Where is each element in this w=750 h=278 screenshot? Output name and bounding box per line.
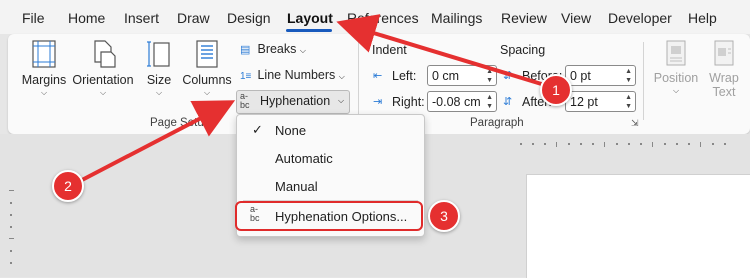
spacing-after-value: 12 pt xyxy=(570,95,598,109)
indent-right-label: Right: xyxy=(392,95,425,109)
hyphenation-icon: a-bc xyxy=(240,91,250,110)
menu-item-manual[interactable]: Manual xyxy=(275,179,318,194)
chevron-down-icon: ⌵ xyxy=(155,88,163,97)
hyphenation-label: Hyphenation xyxy=(260,94,331,108)
hyphenation-button[interactable]: a-bc Hyphenation ⌵ xyxy=(236,90,350,114)
annotation-highlight-box xyxy=(235,201,423,231)
columns-label: Columns xyxy=(182,73,232,87)
line-numbers-label: Line Numbers xyxy=(257,68,336,82)
document-page[interactable] xyxy=(526,174,750,278)
tab-home[interactable]: Home xyxy=(68,10,105,26)
tab-layout[interactable]: Layout xyxy=(287,10,333,26)
step-badge-2: 2 xyxy=(52,170,84,202)
checkmark-icon: ✓ xyxy=(252,122,263,137)
line-numbers-icon: 1≡ xyxy=(240,71,252,82)
orientation-icon xyxy=(94,40,116,68)
spinner-arrows-icon[interactable]: ▲ ▼ xyxy=(486,67,493,85)
tab-review[interactable]: Review xyxy=(501,10,547,26)
spinner-arrows-icon[interactable]: ▲ ▼ xyxy=(625,67,632,85)
wrap-text-button[interactable]: Wrap Text xyxy=(704,40,744,99)
tab-help[interactable]: Help xyxy=(688,10,717,26)
indent-left-label: Left: xyxy=(392,69,417,83)
breaks-label: Breaks xyxy=(257,42,297,56)
group-divider xyxy=(643,42,644,120)
margins-label: Margins xyxy=(21,73,67,87)
columns-icon xyxy=(196,40,218,68)
spinner-arrows-icon[interactable]: ▲ ▼ xyxy=(486,93,493,111)
spacing-after-input[interactable]: 12 pt ▲ ▼ xyxy=(565,91,636,112)
columns-button[interactable]: Columns ⌵ xyxy=(182,40,232,98)
step-badge-3: 3 xyxy=(428,200,460,232)
chevron-down-icon: ⌵ xyxy=(299,46,306,55)
indent-heading: Indent xyxy=(372,43,407,57)
tab-draw[interactable]: Draw xyxy=(177,10,210,26)
indent-right-value: -0.08 cm xyxy=(432,95,481,109)
tab-mailings[interactable]: Mailings xyxy=(431,10,482,26)
group-divider xyxy=(358,42,359,120)
orientation-button[interactable]: Orientation ⌵ xyxy=(72,40,134,98)
vertical-ruler[interactable] xyxy=(6,180,18,277)
line-numbers-button[interactable]: 1≡ Line Numbers ⌵ xyxy=(240,68,345,82)
breaks-icon: ▤ xyxy=(240,44,251,56)
paragraph-group-label: Paragraph xyxy=(470,117,524,129)
ribbon-tab-bar: File Home Insert Draw Design Layout Refe… xyxy=(0,0,750,34)
dialog-launcher-icon[interactable]: ⇲ xyxy=(631,118,639,129)
spacing-heading: Spacing xyxy=(500,43,546,57)
indent-left-icon: ⇤ xyxy=(373,70,383,82)
tab-insert[interactable]: Insert xyxy=(124,10,159,26)
indent-left-input[interactable]: 0 cm ▲ ▼ xyxy=(427,65,497,86)
chevron-down-icon: ⌵ xyxy=(338,72,345,81)
spacing-after-icon: ⇵ xyxy=(503,96,513,108)
size-icon xyxy=(147,41,170,67)
position-icon xyxy=(666,40,686,66)
tab-design[interactable]: Design xyxy=(227,10,271,26)
wrap-text-icon xyxy=(714,40,734,66)
tab-developer[interactable]: Developer xyxy=(608,10,672,26)
page-setup-group-label: Page Setup xyxy=(150,117,211,129)
spacing-before-input[interactable]: 0 pt ▲ ▼ xyxy=(565,65,636,86)
menu-item-none[interactable]: None xyxy=(275,123,306,138)
tab-file[interactable]: File xyxy=(22,10,45,26)
chevron-down-icon: ⌵ xyxy=(99,88,107,97)
spinner-arrows-icon[interactable]: ▲ ▼ xyxy=(625,93,632,111)
indent-left-value: 0 cm xyxy=(432,69,460,83)
spacing-before-value: 0 pt xyxy=(570,69,591,83)
active-tab-indicator xyxy=(286,29,332,32)
breaks-button[interactable]: ▤ Breaks ⌵ xyxy=(240,42,306,56)
step-badge-1: 1 xyxy=(540,74,572,106)
chevron-down-icon: ⌵ xyxy=(338,96,345,105)
spacing-before-icon: ⇵ xyxy=(503,70,513,82)
size-label: Size xyxy=(146,73,172,87)
chevron-down-icon: ⌵ xyxy=(203,88,211,97)
indent-right-icon: ⇥ xyxy=(373,96,383,108)
position-label: Position xyxy=(653,71,699,85)
orientation-label: Orientation xyxy=(72,73,134,87)
chevron-down-icon: ⌵ xyxy=(40,88,48,97)
indent-right-input[interactable]: -0.08 cm ▲ ▼ xyxy=(427,91,497,112)
position-button[interactable]: Position ⌵ xyxy=(650,40,702,96)
size-button[interactable]: Size ⌵ xyxy=(144,40,174,98)
margins-icon xyxy=(32,40,56,68)
wrap-text-label: Wrap Text xyxy=(709,71,739,99)
menu-item-automatic[interactable]: Automatic xyxy=(275,151,333,166)
tab-view[interactable]: View xyxy=(561,10,591,26)
tab-references[interactable]: References xyxy=(347,10,419,26)
margins-button[interactable]: Margins ⌵ xyxy=(20,40,68,98)
chevron-down-icon: ⌵ xyxy=(672,86,680,95)
